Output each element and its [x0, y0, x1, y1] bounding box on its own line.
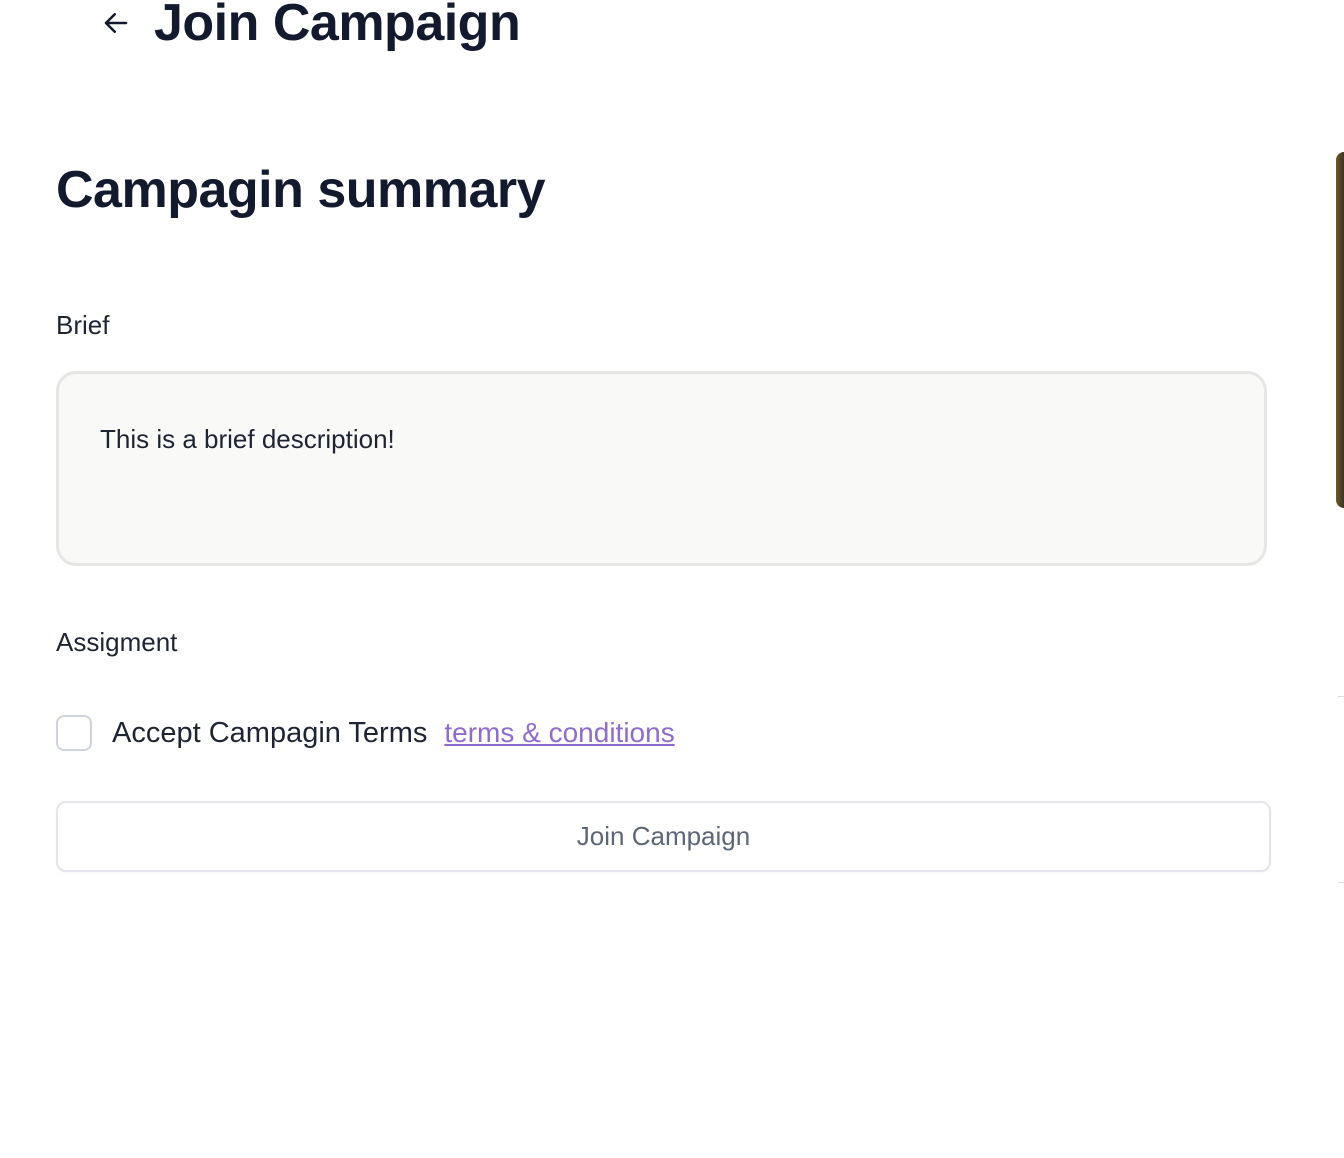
back-button[interactable] — [96, 3, 136, 43]
accept-terms-checkbox[interactable] — [56, 715, 92, 751]
section-title: Campagin summary — [56, 161, 546, 219]
assignment-label: Assigment — [56, 627, 178, 657]
side-panel-edge — [1336, 152, 1344, 508]
side-panel-divider — [1338, 882, 1344, 883]
arrow-left-icon — [104, 13, 128, 33]
accept-terms-label: Accept Campagin Terms — [112, 716, 428, 749]
page-header: Join Campaign — [96, 0, 521, 58]
page-title: Join Campaign — [154, 0, 521, 52]
join-campaign-page: Join Campaign Campagin summary Brief Thi… — [0, 0, 1344, 1158]
brief-textbox[interactable]: This is a brief description! — [56, 371, 1267, 566]
brief-label: Brief — [56, 310, 110, 340]
brief-text: This is a brief description! — [100, 424, 395, 454]
terms-row: Accept Campagin Terms terms & conditions — [56, 713, 675, 753]
side-panel-divider — [1338, 696, 1344, 697]
join-campaign-button[interactable]: Join Campaign — [56, 801, 1271, 872]
terms-conditions-link[interactable]: terms & conditions — [444, 717, 674, 749]
